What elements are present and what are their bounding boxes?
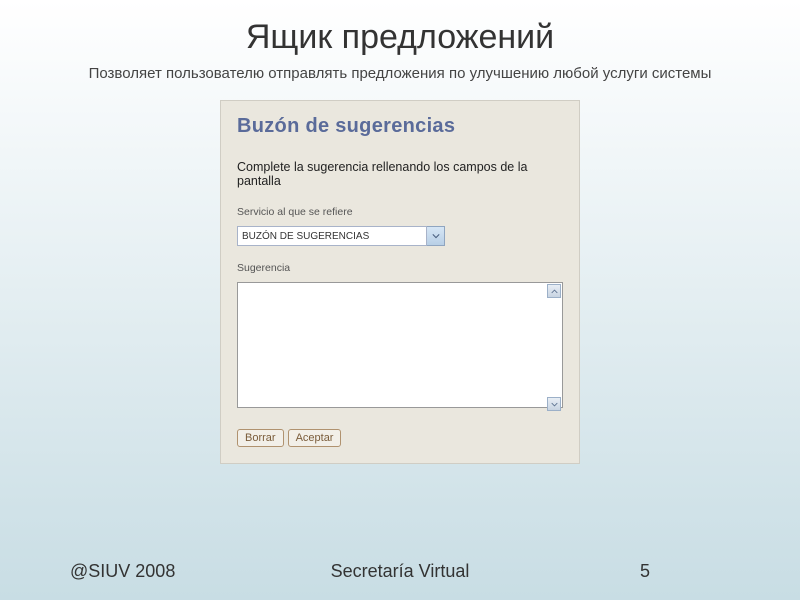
slide-subtitle: Позволяет пользователю отправлять предло…: [0, 65, 800, 100]
slide-title: Ящик предложений: [0, 0, 800, 65]
suggestion-form-panel: Buzón de sugerencias Complete la sugeren…: [220, 100, 580, 464]
service-label: Servicio al que se refiere: [237, 206, 563, 218]
suggestion-textarea-wrap: [237, 282, 563, 413]
service-select[interactable]: BUZÓN DE SUGERENCIAS: [237, 226, 563, 246]
form-button-row: Borrar Aceptar: [237, 429, 563, 447]
scroll-down-icon[interactable]: [547, 397, 561, 411]
accept-button[interactable]: Aceptar: [288, 429, 342, 447]
chevron-down-icon[interactable]: [427, 226, 445, 246]
slide-footer: @SIUV 2008 Secretaría Virtual 5: [0, 561, 800, 582]
page-number: 5: [640, 561, 650, 582]
form-heading: Buzón de sugerencias: [237, 115, 563, 138]
suggestion-textarea[interactable]: [237, 282, 563, 408]
form-instruction: Complete la sugerencia rellenando los ca…: [237, 160, 563, 188]
scroll-up-icon[interactable]: [547, 284, 561, 298]
footer-handle: @SIUV 2008: [70, 561, 175, 582]
service-selected-value: BUZÓN DE SUGERENCIAS: [237, 226, 427, 246]
clear-button[interactable]: Borrar: [237, 429, 284, 447]
suggestion-label: Sugerencia: [237, 262, 563, 274]
